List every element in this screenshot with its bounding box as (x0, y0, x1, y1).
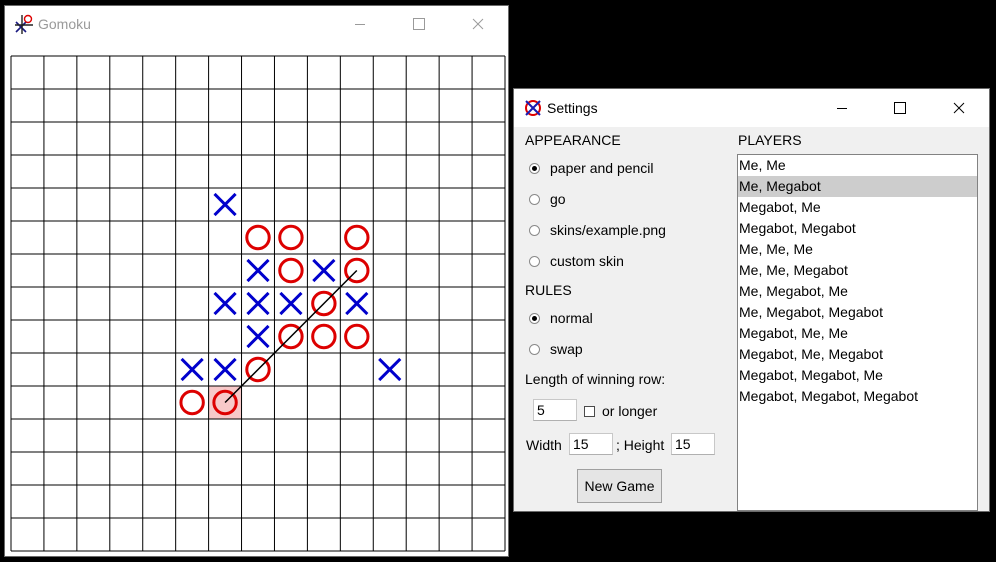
gomoku-app-icon (13, 13, 35, 38)
appearance-option-label: skins/example.png (550, 222, 666, 238)
gomoku-titlebar[interactable]: Gomoku (5, 6, 508, 44)
rules-option-label: normal (550, 310, 593, 326)
settings-close-button[interactable] (936, 89, 982, 127)
or-longer-checkbox[interactable] (584, 405, 595, 417)
new-game-button[interactable]: New Game (577, 469, 662, 503)
players-list-item[interactable]: Me, Me (738, 155, 977, 176)
appearance-option-go[interactable]: go (529, 191, 566, 207)
settings-maximize-button[interactable] (877, 89, 923, 127)
height-label: ; Height (616, 437, 665, 453)
minimize-button[interactable] (337, 6, 383, 42)
close-icon (953, 102, 965, 114)
players-listbox[interactable]: Me, Me Me, Megabot Megabot, Me Megabot, Meg… (737, 154, 978, 511)
rules-option-swap[interactable]: swap (529, 341, 583, 357)
height-input[interactable]: 15 (671, 433, 715, 455)
appearance-option-label: paper and pencil (550, 160, 654, 176)
minimize-icon (355, 24, 365, 25)
appearance-option-custom-skin[interactable]: custom skin (529, 253, 624, 269)
radio-button[interactable] (529, 343, 540, 355)
close-button[interactable] (455, 6, 501, 42)
rules-heading: RULES (525, 282, 572, 298)
rules-option-label: swap (550, 341, 583, 357)
players-list-item[interactable]: Megabot, Me, Megabot (738, 344, 977, 365)
rules-option-normal[interactable]: normal (529, 310, 593, 326)
settings-window: Settings APPEARANCE paper and pencil go … (513, 88, 990, 512)
players-list-item[interactable]: Me, Me, Megabot (738, 260, 977, 281)
width-input[interactable]: 15 (569, 433, 613, 455)
players-list-item[interactable]: Me, Me, Me (738, 239, 977, 260)
game-board[interactable] (10, 55, 506, 552)
settings-app-icon (523, 98, 543, 121)
close-icon (472, 18, 484, 30)
radio-button[interactable] (529, 193, 540, 205)
gomoku-window: Gomoku (4, 5, 509, 557)
appearance-option-label: go (550, 191, 566, 207)
players-list-item[interactable]: Megabot, Me, Me (738, 323, 977, 344)
radio-button[interactable] (529, 312, 540, 324)
or-longer-checkbox-row[interactable]: or longer (584, 403, 657, 419)
settings-title: Settings (547, 100, 598, 116)
appearance-option-skin-file[interactable]: skins/example.png (529, 222, 666, 238)
winning-row-label: Length of winning row: (525, 371, 666, 387)
radio-button[interactable] (529, 255, 540, 267)
radio-selected-dot (532, 165, 537, 171)
radio-selected-dot (532, 315, 537, 321)
settings-minimize-button[interactable] (819, 89, 865, 127)
winning-row-length-input[interactable]: 5 (533, 399, 577, 421)
players-heading: PLAYERS (738, 132, 802, 148)
width-label: Width (526, 437, 562, 453)
radio-button[interactable] (529, 224, 540, 236)
players-list-item[interactable]: Megabot, Megabot, Megabot (738, 386, 977, 407)
appearance-heading: APPEARANCE (525, 132, 621, 148)
radio-button[interactable] (529, 162, 540, 174)
minimize-icon (837, 108, 847, 109)
appearance-option-paper-and-pencil[interactable]: paper and pencil (529, 160, 654, 176)
players-list-item[interactable]: Me, Megabot (738, 176, 977, 197)
or-longer-label: or longer (602, 403, 658, 419)
appearance-option-label: custom skin (550, 253, 624, 269)
maximize-icon (894, 102, 906, 114)
players-list-item[interactable]: Me, Megabot, Megabot (738, 302, 977, 323)
players-list-item[interactable]: Megabot, Megabot (738, 218, 977, 239)
maximize-icon (413, 18, 425, 30)
players-list-item[interactable]: Me, Megabot, Me (738, 281, 977, 302)
players-list-item[interactable]: Megabot, Megabot, Me (738, 365, 977, 386)
maximize-button[interactable] (396, 6, 442, 42)
gomoku-title: Gomoku (38, 16, 91, 32)
players-list-item[interactable]: Megabot, Me (738, 197, 977, 218)
settings-titlebar[interactable]: Settings (514, 89, 989, 127)
